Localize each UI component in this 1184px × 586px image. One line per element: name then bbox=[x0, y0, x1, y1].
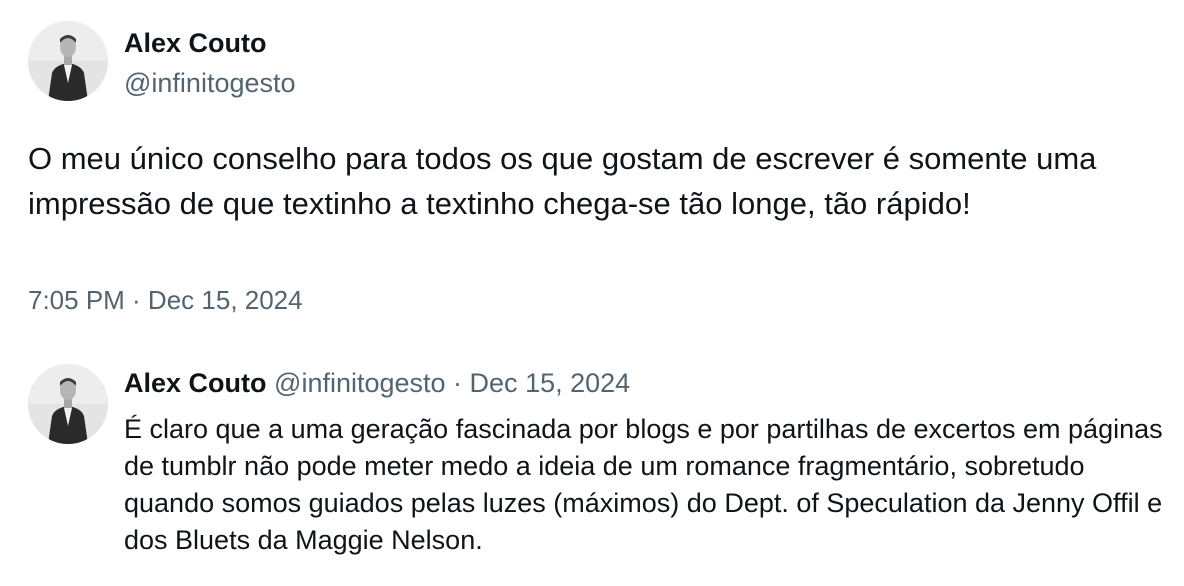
avatar[interactable] bbox=[28, 21, 108, 101]
reply-separator: · bbox=[445, 368, 470, 398]
reply-avatar[interactable] bbox=[28, 364, 108, 444]
reply-text: É claro que a uma geração fascinada por … bbox=[124, 414, 1163, 555]
author-handle[interactable]: @infinitogesto bbox=[124, 66, 296, 100]
tweet-timestamp[interactable]: 7:05 PM · Dec 15, 2024 bbox=[28, 283, 303, 317]
avatar-photo-icon bbox=[28, 364, 108, 444]
author-display-name[interactable]: Alex Couto bbox=[124, 26, 267, 60]
tweet-text: O meu único conselho para todos os que g… bbox=[28, 141, 1097, 221]
reply-header: Alex Couto @infinitogesto · Dec 15, 2024 bbox=[124, 366, 630, 400]
avatar-photo-icon bbox=[28, 21, 108, 101]
reply-date[interactable]: Dec 15, 2024 bbox=[470, 368, 631, 398]
reply-author-display-name[interactable]: Alex Couto bbox=[124, 368, 267, 398]
reply-author-handle[interactable]: @infinitogesto bbox=[274, 368, 446, 398]
